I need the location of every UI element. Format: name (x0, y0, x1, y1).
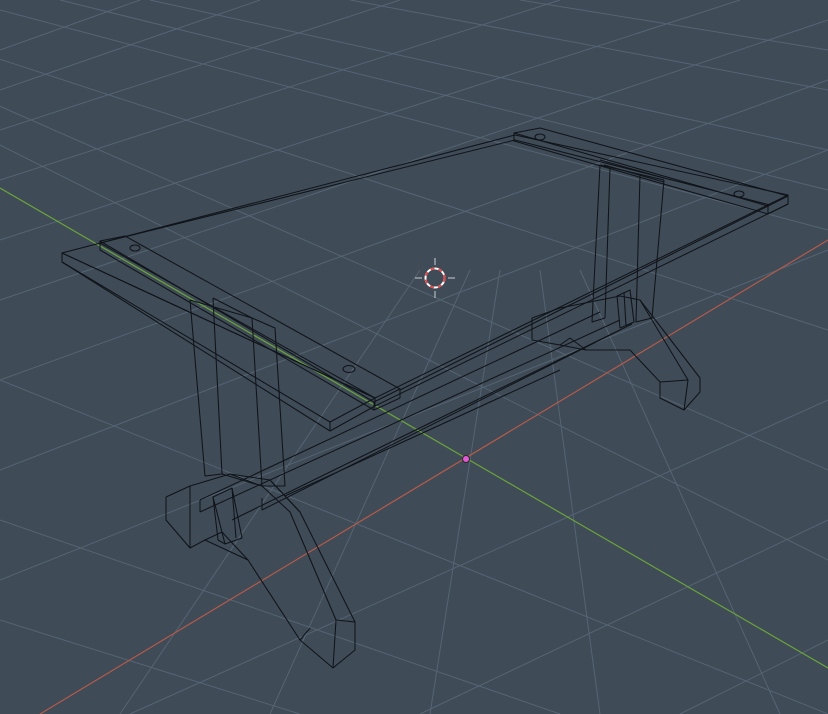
origin-point-icon (462, 455, 470, 463)
viewport-canvas[interactable] (0, 0, 828, 714)
floor-grid (0, 0, 828, 714)
y-axis-line (0, 187, 828, 669)
3d-viewport[interactable] (0, 0, 828, 714)
3d-cursor-icon[interactable] (415, 258, 455, 298)
x-axis-line (39, 239, 828, 714)
table-wireframe[interactable] (61, 127, 789, 669)
